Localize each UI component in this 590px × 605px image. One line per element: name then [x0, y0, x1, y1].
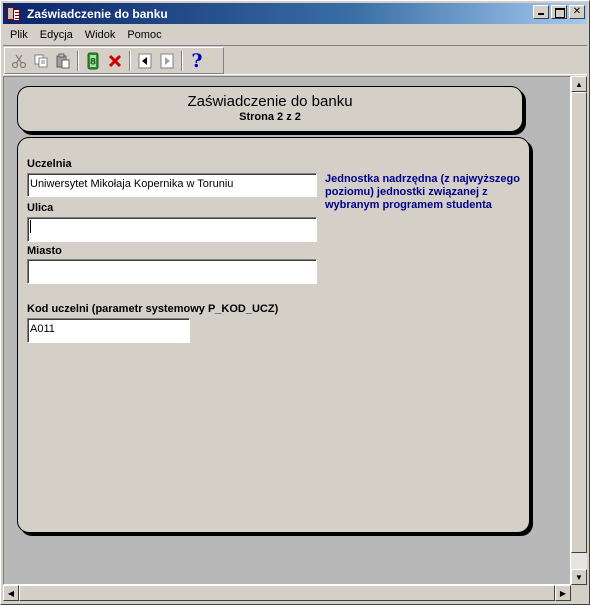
kod-uczelni-label: Kod uczelni (parametr systemowy P_KOD_UC… — [27, 303, 279, 315]
page-subtitle: Strona 2 z 2 — [239, 111, 301, 123]
minimize-button[interactable] — [533, 5, 549, 19]
form-canvas: Zaświadczenie do banku Strona 2 z 2 Ucze… — [3, 76, 571, 585]
paste-icon[interactable] — [52, 50, 74, 72]
query-icon[interactable]: 8 — [82, 50, 104, 72]
app-window: Zaświadczenie do banku ✕ Plik Edycja Wid… — [0, 0, 590, 605]
scroll-left-icon[interactable]: ◀ — [3, 585, 19, 601]
scroll-down-icon[interactable]: ▼ — [571, 569, 587, 585]
toolbar: 8 ? — [4, 47, 224, 74]
document-app-icon[interactable] — [6, 6, 22, 22]
vertical-scrollbar[interactable]: ▲ ▼ — [571, 76, 587, 585]
menu-bar: Plik Edycja Widok Pomoc — [3, 25, 587, 44]
close-button[interactable]: ✕ — [569, 5, 585, 19]
scroll-up-icon[interactable]: ▲ — [571, 76, 587, 92]
ulica-field[interactable] — [27, 217, 317, 242]
window-title: Zaświadczenie do banku — [27, 6, 168, 21]
svg-text:8: 8 — [90, 57, 96, 67]
help-icon[interactable]: ? — [186, 50, 208, 72]
toolbar-separator — [77, 50, 79, 71]
toolbar-separator — [129, 50, 131, 71]
prev-icon[interactable] — [134, 50, 156, 72]
miasto-field[interactable] — [27, 259, 317, 284]
scroll-right-icon[interactable]: ▶ — [555, 585, 571, 601]
cut-icon[interactable] — [8, 50, 30, 72]
title-bar[interactable]: Zaświadczenie do banku ✕ — [3, 3, 587, 24]
toolbar-separator — [181, 50, 183, 71]
toolbar-area: 8 ? — [3, 45, 587, 75]
header-panel: Zaświadczenie do banku Strona 2 z 2 — [17, 86, 523, 132]
scrollbar-corner — [571, 585, 587, 601]
horizontal-scroll-thumb[interactable] — [19, 585, 555, 601]
uczelnia-field[interactable]: Uniwersytet Mikołaja Kopernika w Toruniu — [27, 173, 317, 197]
menu-edycja[interactable]: Edycja — [34, 29, 79, 41]
next-icon[interactable] — [156, 50, 178, 72]
copy-icon[interactable] — [30, 50, 52, 72]
delete-icon[interactable] — [104, 50, 126, 72]
menu-pomoc[interactable]: Pomoc — [121, 29, 167, 41]
menu-plik[interactable]: Plik — [3, 29, 34, 41]
uczelnia-label: Uczelnia — [27, 158, 72, 170]
maximize-button[interactable] — [551, 5, 567, 19]
horizontal-scrollbar[interactable]: ◀ ▶ — [3, 585, 571, 601]
form-panel: Uczelnia Uniwersytet Mikołaja Kopernika … — [17, 137, 530, 533]
kod-uczelni-field[interactable]: A011 — [27, 318, 190, 343]
page-title: Zaświadczenie do banku — [187, 93, 353, 110]
miasto-label: Miasto — [27, 245, 62, 257]
vertical-scroll-thumb[interactable] — [571, 92, 587, 553]
menu-widok[interactable]: Widok — [79, 29, 122, 41]
ulica-label: Ulica — [27, 202, 54, 214]
info-note: Jednostka nadrzędna (z najwyższego pozio… — [325, 173, 520, 211]
